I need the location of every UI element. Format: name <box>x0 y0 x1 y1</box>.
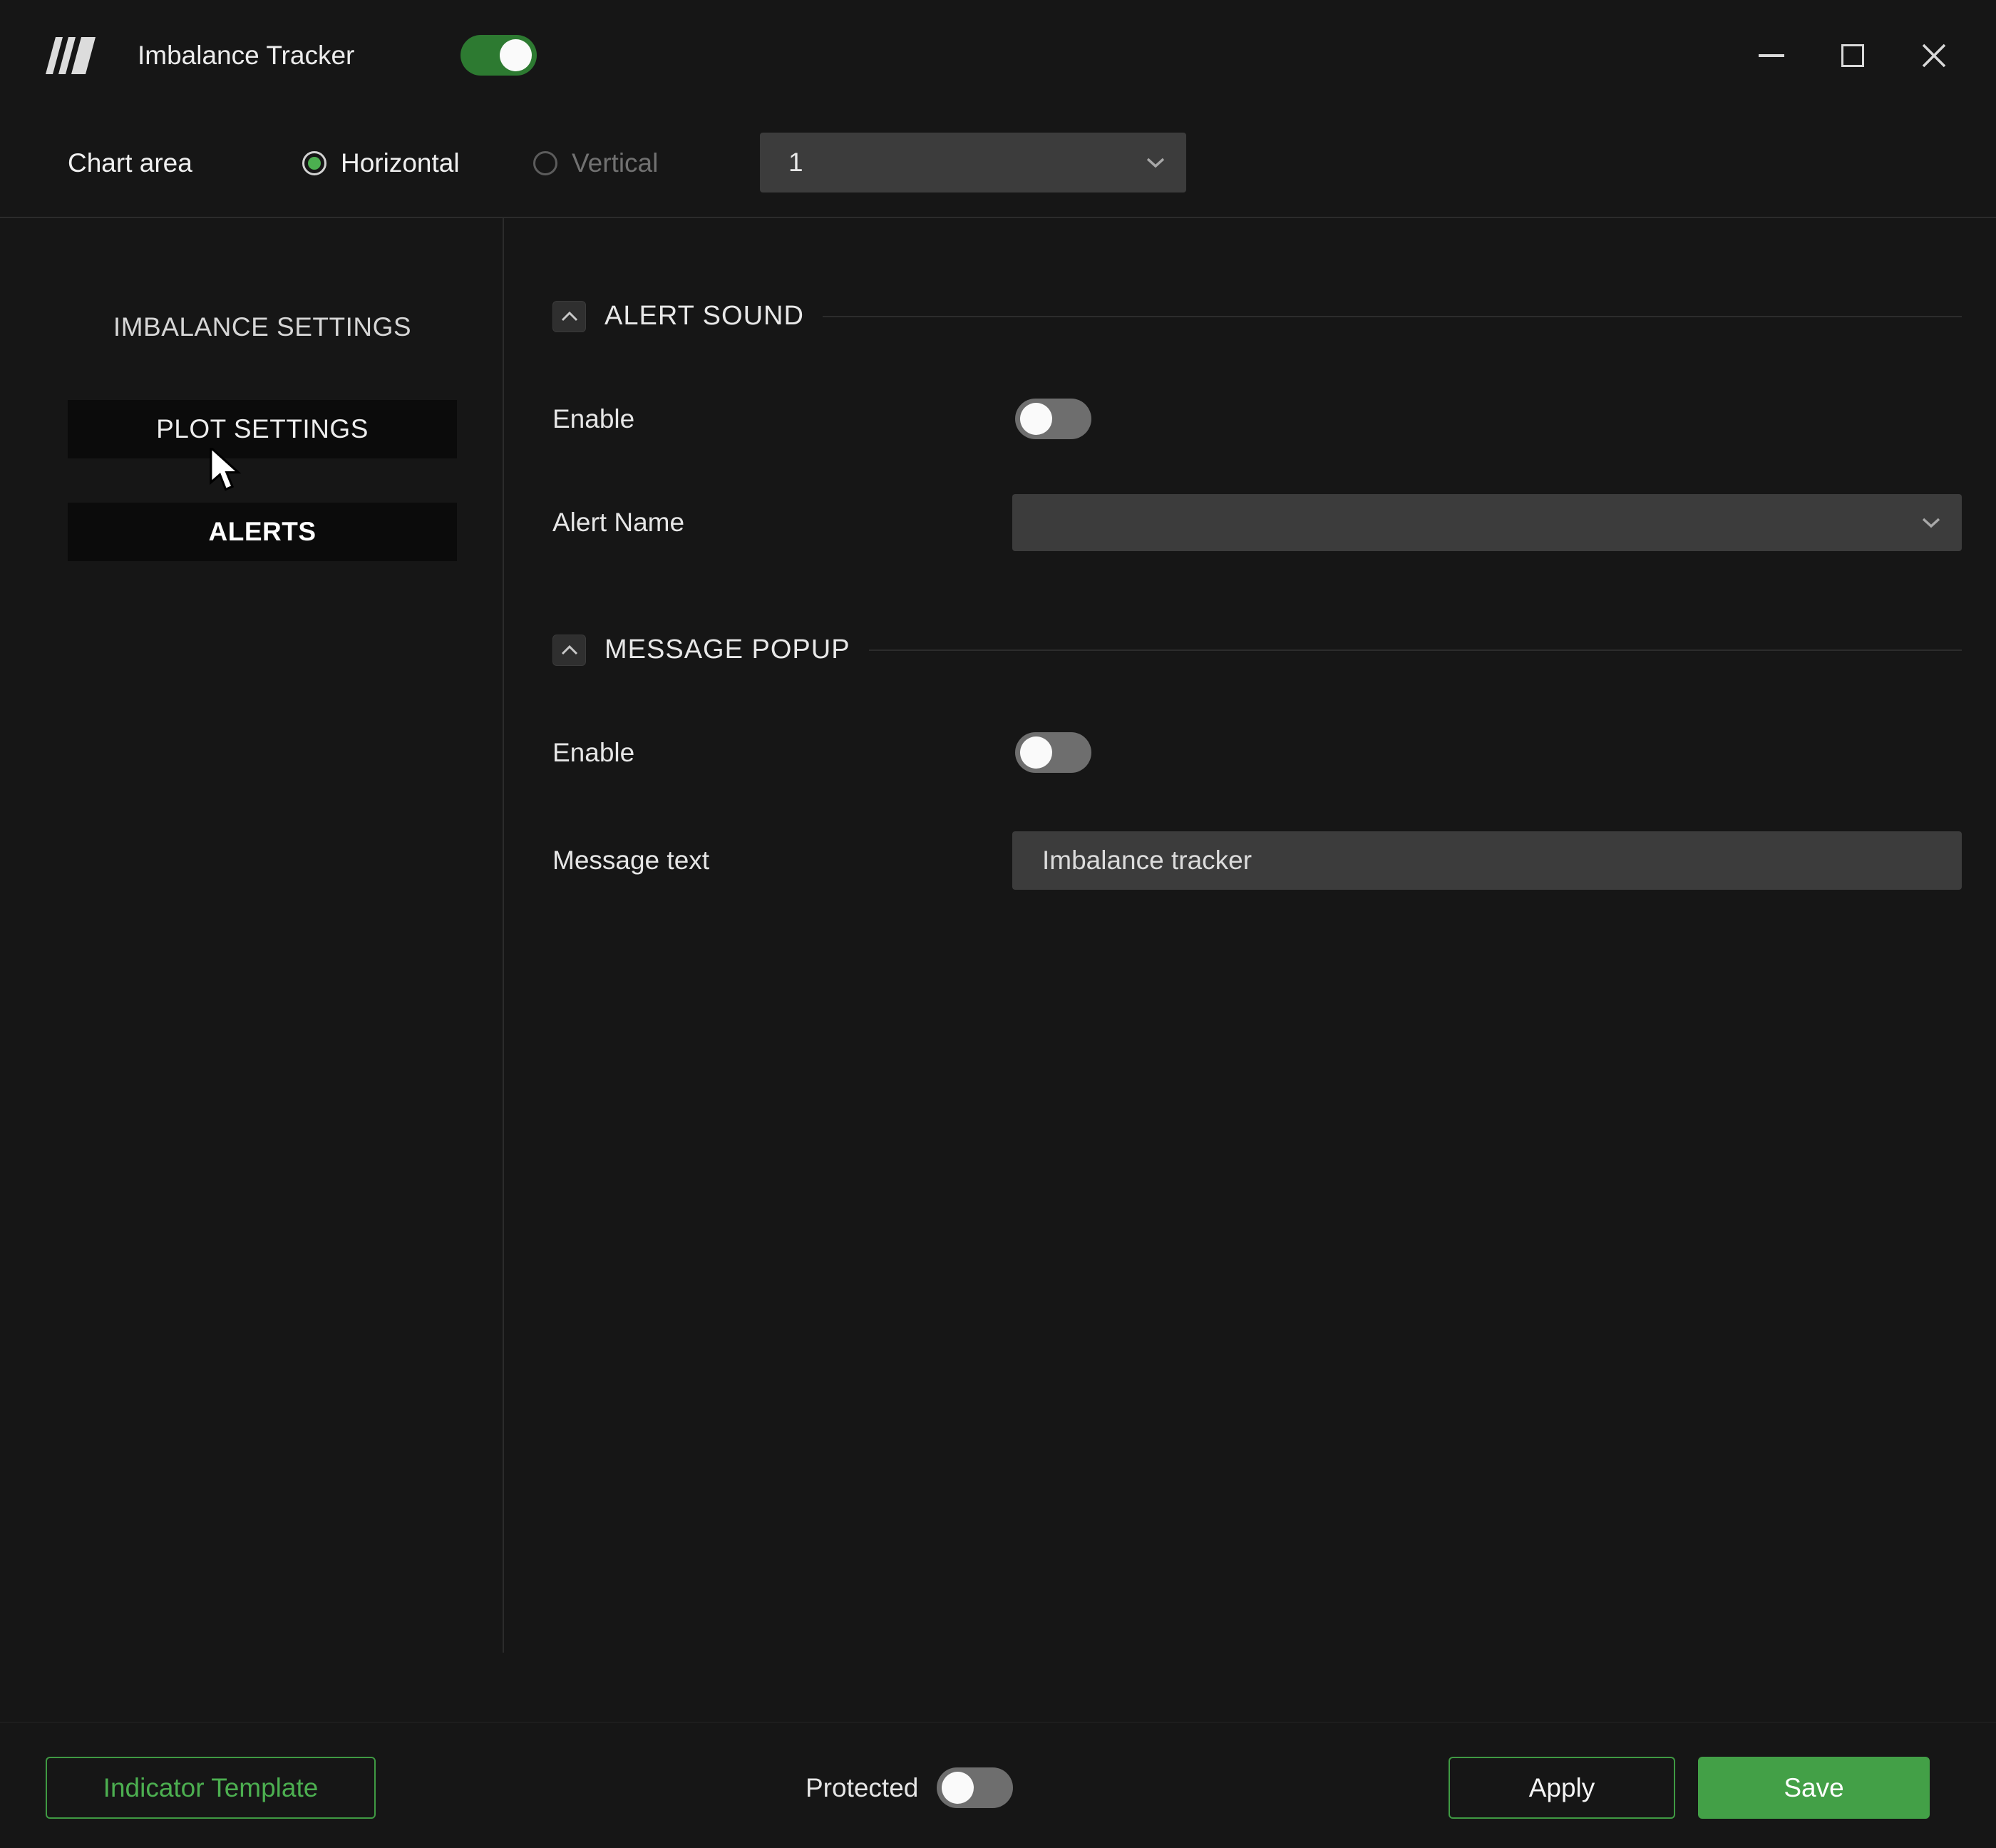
indicator-enabled-toggle[interactable] <box>461 35 537 76</box>
radio-dot <box>308 157 321 170</box>
close-button[interactable] <box>1893 0 1975 111</box>
sidebar-item-imbalance-settings[interactable]: IMBALANCE SETTINGS <box>68 298 457 356</box>
window-controls <box>1731 0 1975 111</box>
save-button[interactable]: Save <box>1698 1757 1930 1819</box>
chart-area-label: Chart area <box>68 147 192 180</box>
imbalance-tracker-window: { "window": { "title": "Imbalance Tracke… <box>0 0 1996 1848</box>
alert-sound-enable-row: Enable <box>552 399 1962 439</box>
chevron-down-icon <box>1920 516 1942 529</box>
section-rule <box>823 316 1962 317</box>
sidebar-item-alerts[interactable]: ALERTS <box>68 503 457 561</box>
enable-label: Enable <box>552 404 1012 434</box>
chart-number-select[interactable]: 1 <box>760 133 1186 192</box>
toggle-knob <box>1020 403 1052 435</box>
apply-button[interactable]: Apply <box>1449 1757 1675 1819</box>
minimize-icon <box>1759 54 1784 57</box>
sidebar-item-plot-settings[interactable]: PLOT SETTINGS <box>68 400 457 458</box>
alerts-panel: ALERT SOUND Enable Alert Name MESS <box>552 217 1962 1722</box>
footer-bar: Indicator Template Protected Apply Save <box>0 1722 1996 1848</box>
alert-name-row: Alert Name <box>552 494 1962 551</box>
enable-control <box>1012 732 1962 773</box>
chart-area-bar: Chart area Horizontal Vertical 1 <box>0 111 1996 217</box>
window-title: Imbalance Tracker <box>138 0 354 111</box>
alert-name-select[interactable] <box>1012 494 1962 551</box>
toggle-knob <box>1020 736 1052 769</box>
section-rule <box>869 650 1962 651</box>
alert-name-label: Alert Name <box>552 508 1012 538</box>
alert-sound-enable-toggle[interactable] <box>1015 399 1091 439</box>
protected-toggle[interactable] <box>937 1767 1013 1808</box>
collapse-alert-sound-button[interactable] <box>552 301 586 332</box>
toggle-knob <box>942 1772 974 1804</box>
radio-horizontal-label: Horizontal <box>341 148 460 178</box>
indicator-template-button[interactable]: Indicator Template <box>46 1757 376 1819</box>
app-logo-icon <box>46 37 101 74</box>
section-message-popup-header: MESSAGE POPUP <box>552 633 1962 667</box>
radio-vertical-label: Vertical <box>572 148 658 178</box>
enable-label: Enable <box>552 738 1012 768</box>
sidebar: IMBALANCE SETTINGS PLOT SETTINGS ALERTS <box>0 217 503 1722</box>
sidebar-divider <box>503 217 504 1653</box>
minimize-button[interactable] <box>1731 0 1812 111</box>
message-popup-enable-toggle[interactable] <box>1015 732 1091 773</box>
message-text-label: Message text <box>552 846 1012 876</box>
section-title-message-popup: MESSAGE POPUP <box>605 635 850 665</box>
radio-selected-icon <box>302 151 326 175</box>
section-alert-sound-header: ALERT SOUND <box>552 299 1962 333</box>
collapse-message-popup-button[interactable] <box>552 635 586 666</box>
radio-unselected-icon <box>533 151 557 175</box>
radio-vertical[interactable]: Vertical <box>533 147 658 180</box>
message-text-control <box>1012 831 1962 890</box>
protected-label: Protected <box>806 1773 918 1803</box>
chevron-up-icon <box>560 645 579 656</box>
protected-group: Protected <box>806 1767 1013 1808</box>
message-text-row: Message text <box>552 831 1962 890</box>
alert-name-control <box>1012 494 1962 551</box>
close-icon <box>1921 43 1947 68</box>
chevron-up-icon <box>560 311 579 322</box>
enable-control <box>1012 399 1962 439</box>
message-text-input[interactable] <box>1012 831 1962 890</box>
chevron-down-icon <box>1145 156 1166 169</box>
maximize-button[interactable] <box>1812 0 1893 111</box>
section-title-alert-sound: ALERT SOUND <box>605 301 804 332</box>
message-popup-enable-row: Enable <box>552 732 1962 773</box>
titlebar: Imbalance Tracker <box>0 0 1996 111</box>
toggle-knob <box>500 39 532 71</box>
chart-number-value: 1 <box>788 148 803 178</box>
radio-horizontal[interactable]: Horizontal <box>302 147 460 180</box>
maximize-icon <box>1841 44 1864 67</box>
